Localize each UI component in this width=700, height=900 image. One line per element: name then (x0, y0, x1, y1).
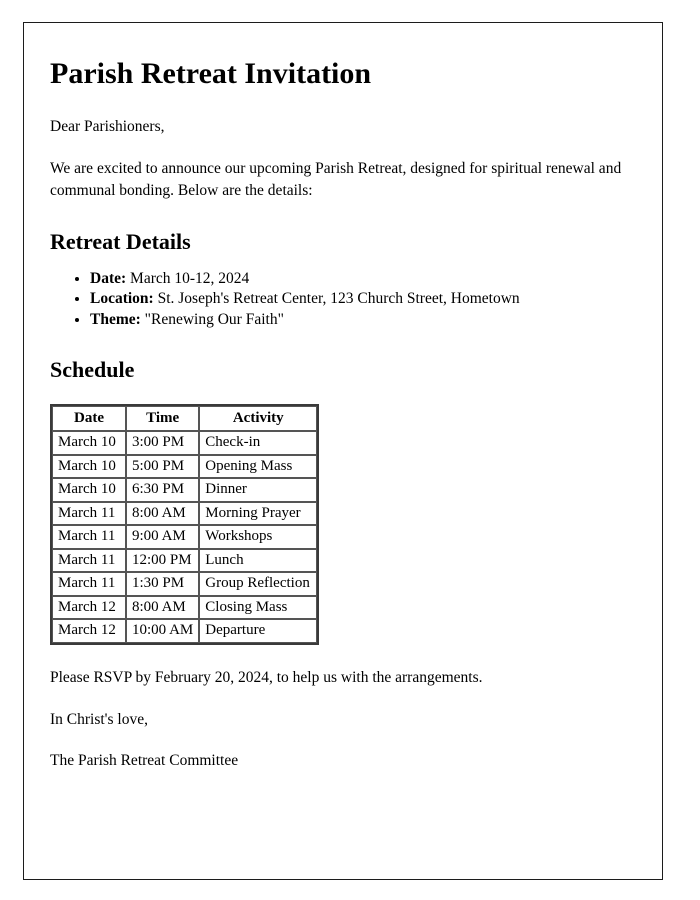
cell-time: 6:30 PM (126, 478, 200, 502)
document-body: Parish Retreat Invitation Dear Parishion… (24, 23, 662, 770)
table-row: March 10 6:30 PM Dinner (52, 478, 318, 502)
detail-label: Theme: (90, 310, 141, 328)
table-row: March 11 8:00 AM Morning Prayer (52, 501, 318, 526)
schedule-heading: Schedule (50, 357, 135, 383)
page-title: Parish Retreat Invitation (50, 57, 372, 90)
table-row: March 11 9:00 AM Workshops (52, 525, 318, 549)
cell-date: March 10 (52, 431, 126, 455)
cell-date: March 10 (52, 454, 126, 479)
cell-activity: Departure (199, 619, 318, 643)
list-item: Date: March 10-12, 2024 (90, 269, 636, 289)
detail-value: St. Joseph's Retreat Center, 123 Church … (153, 290, 520, 308)
signature-text: The Parish Retreat Committee (50, 752, 239, 770)
cell-date: March 10 (52, 478, 126, 502)
schedule-table-body: March 10 3:00 PM Check-in March 10 5:00 … (52, 431, 318, 643)
cell-activity: Opening Mass (199, 454, 318, 479)
cell-date: March 11 (52, 572, 126, 596)
signoff-text: In Christ's love, (50, 711, 148, 729)
column-header-date: Date (52, 405, 126, 432)
retreat-details-list: Date: March 10-12, 2024 Location: St. Jo… (50, 269, 636, 330)
cell-time: 8:00 AM (126, 501, 200, 526)
list-item: Theme: "Renewing Our Faith" (90, 310, 636, 330)
rsvp-paragraph: Please RSVP by February 20, 2024, to hel… (50, 668, 483, 686)
detail-value: "Renewing Our Faith" (140, 310, 284, 328)
table-row: March 10 5:00 PM Opening Mass (52, 454, 318, 479)
detail-value: March 10-12, 2024 (126, 269, 250, 287)
column-header-time: Time (126, 405, 200, 432)
cell-date: March 11 (52, 501, 126, 526)
cell-time: 3:00 PM (126, 431, 200, 455)
cell-time: 10:00 AM (126, 619, 200, 643)
cell-activity: Check-in (199, 431, 318, 455)
salutation-text: Dear Parishioners, (50, 117, 165, 135)
cell-activity: Workshops (199, 525, 318, 549)
cell-date: March 12 (52, 595, 126, 620)
table-header-row: Date Time Activity (52, 405, 318, 432)
table-row: March 12 10:00 AM Departure (52, 619, 318, 643)
detail-label: Location: (90, 290, 154, 308)
table-row: March 11 12:00 PM Lunch (52, 548, 318, 573)
schedule-table-head: Date Time Activity (52, 405, 318, 432)
cell-time: 5:00 PM (126, 454, 200, 479)
cell-activity: Lunch (199, 548, 318, 573)
intro-paragraph: We are excited to announce our upcoming … (50, 159, 622, 199)
table-row: March 12 8:00 AM Closing Mass (52, 595, 318, 620)
document-page: Parish Retreat Invitation Dear Parishion… (23, 22, 663, 880)
cell-date: March 11 (52, 525, 126, 549)
cell-activity: Closing Mass (199, 595, 318, 620)
column-header-activity: Activity (199, 405, 318, 432)
cell-date: March 12 (52, 619, 126, 643)
cell-activity: Dinner (199, 478, 318, 502)
cell-activity: Morning Prayer (199, 501, 318, 526)
cell-date: March 11 (52, 548, 126, 573)
retreat-details-heading: Retreat Details (50, 228, 191, 254)
detail-label: Date: (90, 269, 127, 287)
table-row: March 11 1:30 PM Group Reflection (52, 572, 318, 596)
cell-time: 9:00 AM (126, 525, 200, 549)
schedule-table-container: Date Time Activity March 10 3:00 PM Chec… (50, 403, 636, 645)
cell-time: 8:00 AM (126, 595, 200, 620)
table-row: March 10 3:00 PM Check-in (52, 431, 318, 455)
schedule-table: Date Time Activity March 10 3:00 PM Chec… (50, 403, 320, 645)
cell-time: 1:30 PM (126, 572, 200, 596)
cell-activity: Group Reflection (199, 572, 318, 596)
list-item: Location: St. Joseph's Retreat Center, 1… (90, 289, 636, 309)
cell-time: 12:00 PM (126, 548, 200, 573)
